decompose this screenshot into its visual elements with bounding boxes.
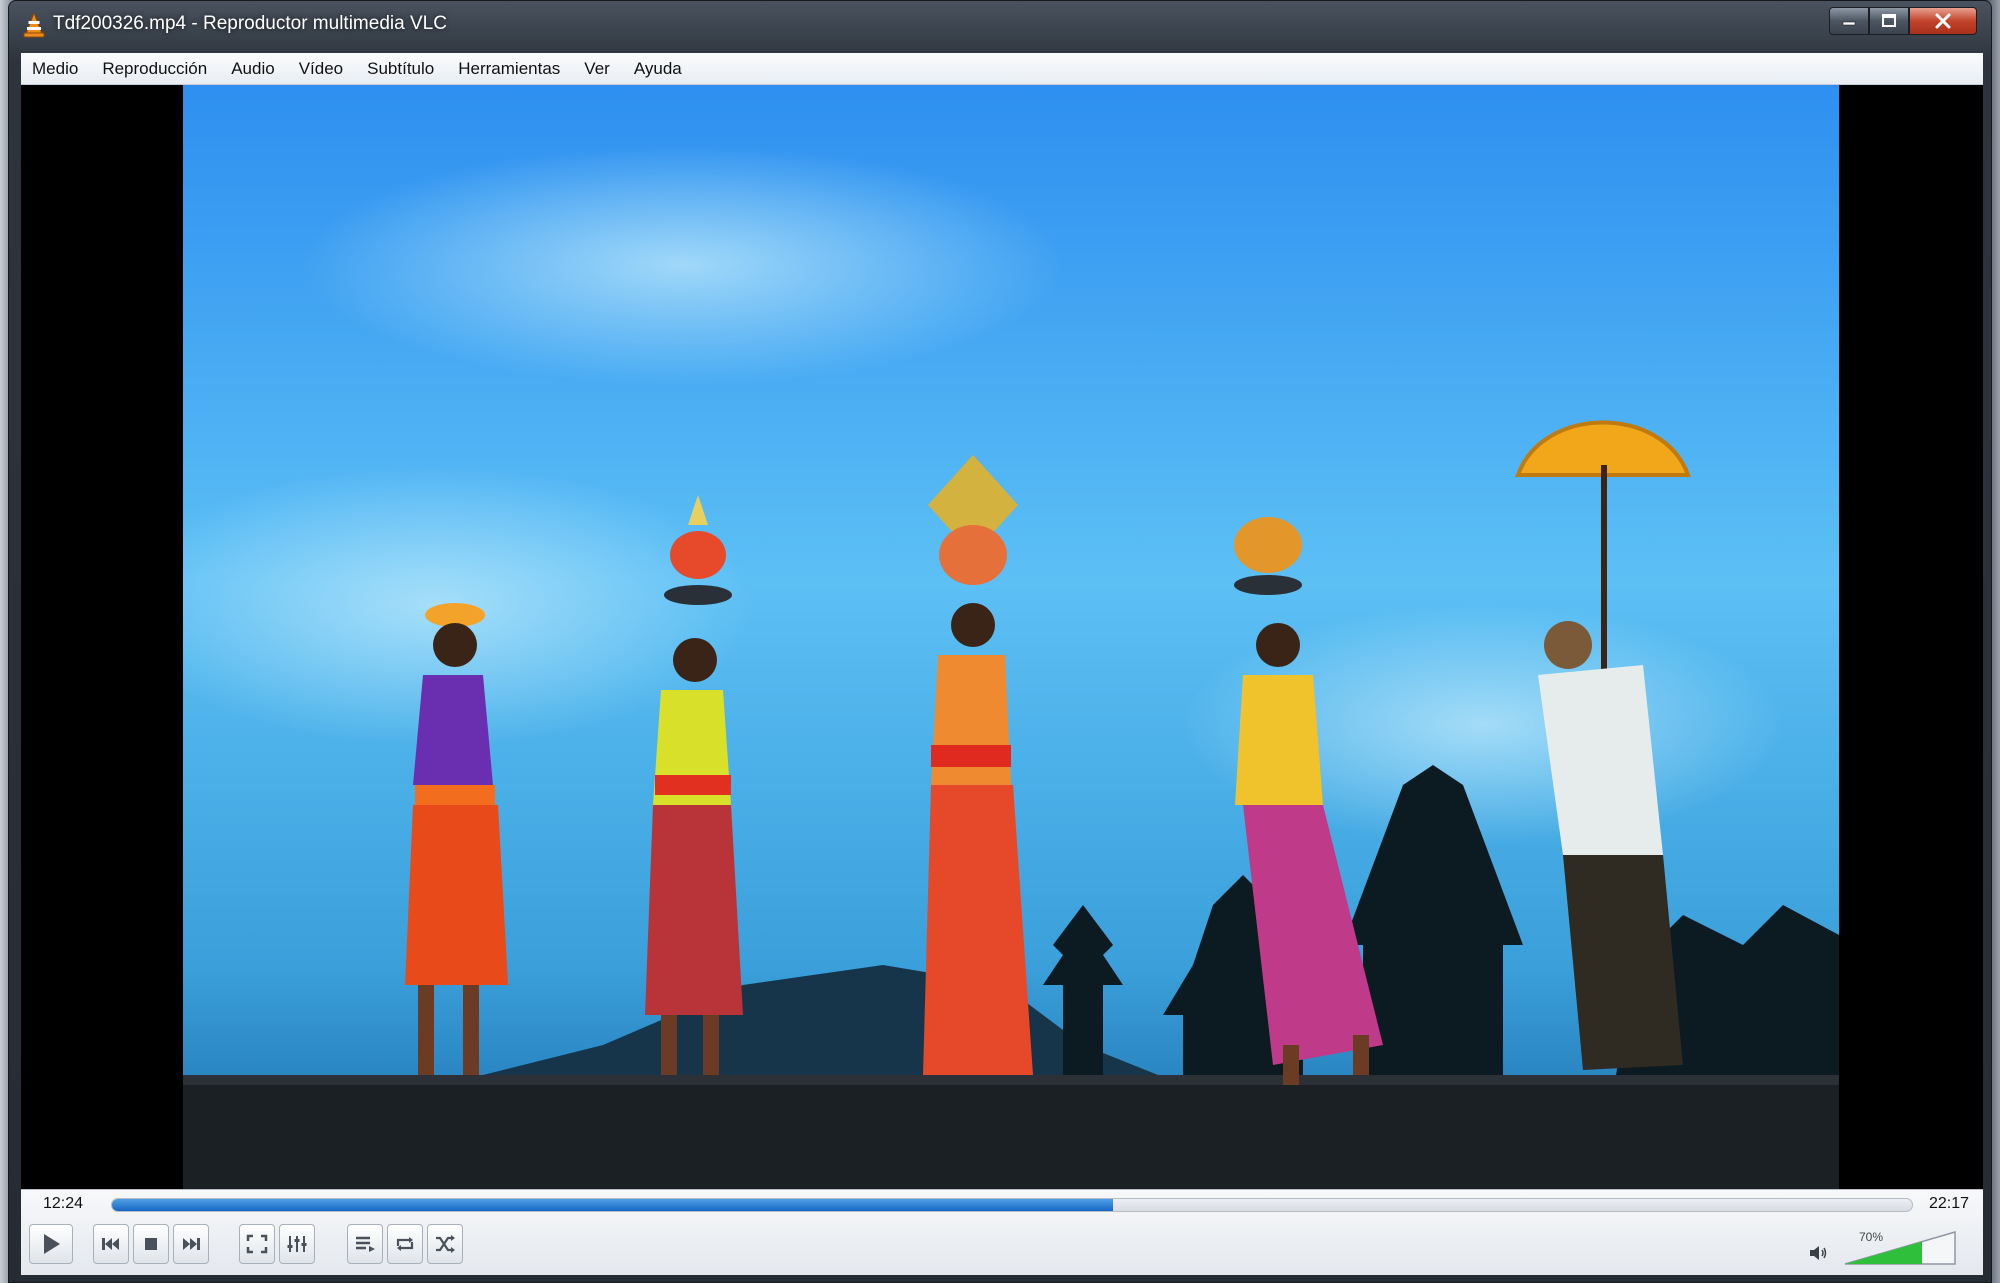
menu-medio[interactable]: Medio (32, 59, 78, 79)
playlist-icon (356, 1236, 375, 1252)
speaker-icon[interactable] (1809, 1244, 1829, 1262)
shuffle-button[interactable] (427, 1224, 463, 1264)
next-icon (183, 1238, 200, 1250)
next-button[interactable] (173, 1224, 209, 1264)
menu-subtitulo[interactable]: Subtítulo (367, 59, 434, 79)
seek-bar[interactable] (111, 1198, 1913, 1212)
menu-audio[interactable]: Audio (231, 59, 274, 79)
loop-button[interactable] (387, 1224, 423, 1264)
window-controls (1829, 7, 1977, 35)
previous-icon (102, 1238, 119, 1250)
extended-settings-icon (287, 1236, 307, 1252)
close-button[interactable] (1909, 7, 1977, 35)
volume-slider[interactable] (1843, 1230, 1959, 1266)
play-icon (44, 1234, 60, 1254)
close-icon (1935, 13, 1951, 29)
shuffle-icon (436, 1235, 455, 1253)
restore-icon (1882, 14, 1896, 27)
menu-bar: Medio Reproducción Audio Vídeo Subtítulo… (21, 53, 1983, 85)
extended-settings-button[interactable] (279, 1224, 315, 1264)
stop-icon (145, 1238, 157, 1250)
video-frame (183, 85, 1839, 1189)
loop-icon (396, 1237, 414, 1251)
title-bar[interactable]: Tdf200326.mp4 - Reproductor multimedia V… (9, 1, 1991, 47)
maximize-button[interactable] (1869, 7, 1909, 35)
previous-button[interactable] (93, 1224, 129, 1264)
menu-reproduccion[interactable]: Reproducción (102, 59, 207, 79)
playlist-button[interactable] (347, 1224, 383, 1264)
total-time[interactable]: 22:17 (1929, 1195, 1969, 1213)
menu-ayuda[interactable]: Ayuda (634, 59, 682, 79)
minimize-icon (1842, 21, 1856, 26)
menu-ver[interactable]: Ver (584, 59, 610, 79)
window-title: Tdf200326.mp4 - Reproductor multimedia V… (53, 13, 447, 34)
stop-button[interactable] (133, 1224, 169, 1264)
menu-herramientas[interactable]: Herramientas (458, 59, 560, 79)
vlc-window: Tdf200326.mp4 - Reproductor multimedia V… (8, 0, 1992, 1283)
video-area[interactable] (21, 85, 1983, 1189)
seek-progress (112, 1199, 1113, 1211)
fullscreen-icon (246, 1234, 268, 1254)
fullscreen-button[interactable] (239, 1224, 275, 1264)
minimize-button[interactable] (1829, 7, 1869, 35)
play-button[interactable] (29, 1224, 73, 1264)
menu-video[interactable]: Vídeo (299, 59, 343, 79)
control-panel: 12:24 22:17 70% (21, 1189, 1983, 1275)
elapsed-time: 12:24 (43, 1195, 84, 1212)
vlc-cone-icon (23, 12, 45, 38)
